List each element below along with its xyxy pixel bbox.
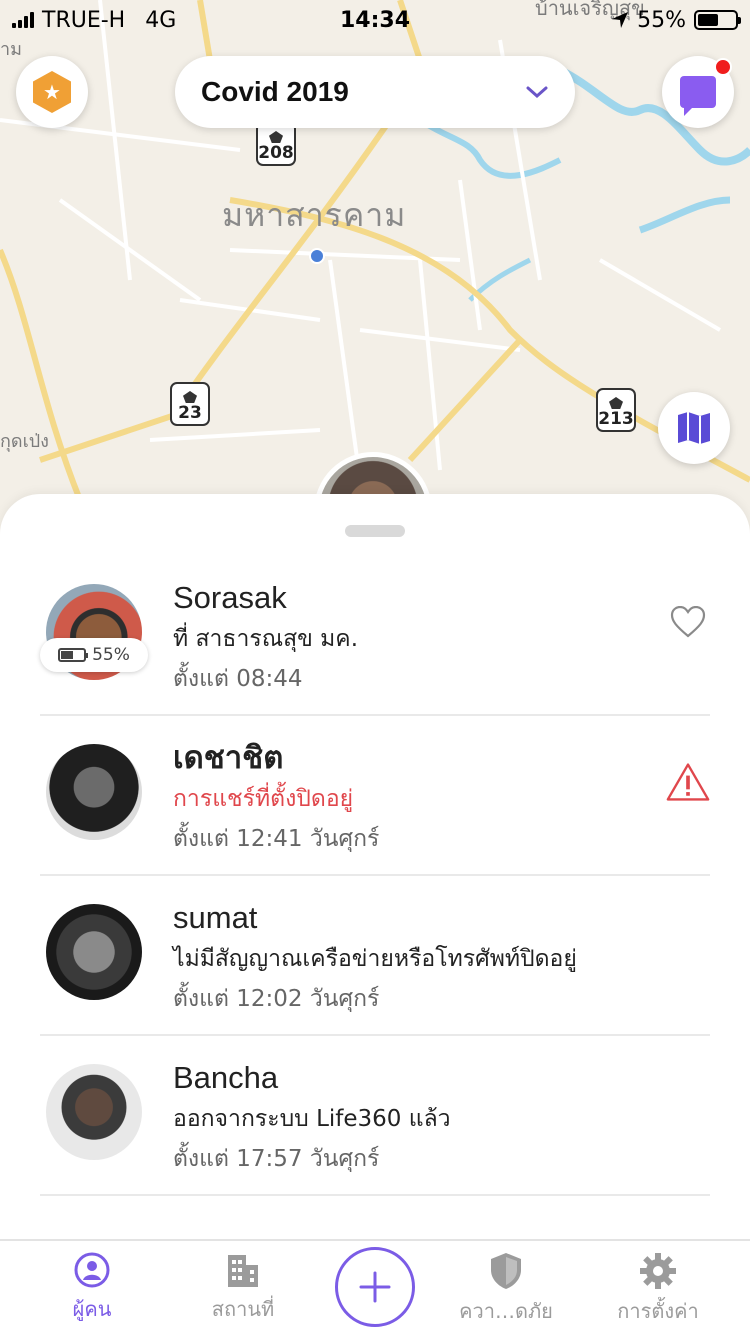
- route-shield-208: 208: [256, 122, 296, 166]
- status-left: TRUE-H 4G: [12, 8, 176, 33]
- map-icon: [678, 412, 710, 444]
- location-arrow-icon: [612, 12, 629, 28]
- map-city-label: มหาสารคาม: [222, 196, 407, 234]
- member-status: การแชร์ที่ตั้งปิดอยู่: [173, 786, 354, 812]
- cellular-signal-icon: [12, 12, 34, 28]
- member-status: ไม่มีสัญญาณเครือข่ายหรือโทรศัพท์ปิดอยู่: [173, 946, 577, 972]
- bus-station-icon[interactable]: [309, 248, 325, 264]
- tab-places[interactable]: สถานที่: [173, 1251, 313, 1325]
- circle-name: Covid 2019: [201, 76, 349, 107]
- member-row[interactable]: 55% Sorasak ที่ สาธารณสุข มค. ตั้งแต่ 08…: [40, 556, 710, 716]
- messages-button[interactable]: [662, 56, 734, 128]
- tab-settings[interactable]: การตั้งค่า: [588, 1251, 728, 1327]
- tab-label: สถานที่: [211, 1297, 275, 1321]
- gear-icon: [640, 1253, 676, 1289]
- member-name: Bancha: [173, 1060, 279, 1095]
- building-icon: [228, 1255, 258, 1287]
- tab-label: ผู้คน: [72, 1297, 112, 1321]
- avatar: [46, 904, 142, 1000]
- shield-icon: [491, 1253, 521, 1289]
- warning-triangle-icon: [666, 763, 710, 801]
- tab-label: ควา…ดภัย: [459, 1299, 553, 1323]
- member-texts: เดชาชิต การแชร์ที่ตั้งปิดอยู่ ตั้งแต่ 12…: [173, 738, 630, 858]
- member-name: Sorasak: [173, 580, 287, 615]
- route-emblem-icon: [183, 391, 197, 403]
- members-sheet[interactable]: 55% Sorasak ที่ สาธารณสุข มค. ตั้งแต่ 08…: [0, 494, 750, 1239]
- map-type-button[interactable]: [658, 392, 730, 464]
- warning-button[interactable]: [666, 760, 710, 804]
- member-texts: Sorasak ที่ สาธารณสุข มค. ตั้งแต่ 08:44: [173, 578, 630, 698]
- plus-icon: [359, 1271, 391, 1303]
- member-texts: sumat ไม่มีสัญญาณเครือข่ายหรือโทรศัพท์ปิ…: [173, 898, 710, 1018]
- route-emblem-icon: [609, 397, 623, 409]
- member-row[interactable]: Bancha ออกจากระบบ Life360 แล้ว ตั้งแต่ 1…: [40, 1036, 710, 1196]
- tab-people[interactable]: ผู้คน: [22, 1251, 162, 1325]
- favorite-button[interactable]: [666, 600, 710, 644]
- member-since: ตั้งแต่ 08:44: [173, 666, 303, 692]
- route-shield-213: 213: [596, 388, 636, 432]
- star-hexagon-icon: ★: [33, 71, 71, 113]
- chevron-down-icon: [526, 86, 548, 99]
- member-name: sumat: [173, 900, 258, 935]
- heart-outline-icon: [670, 606, 706, 638]
- battery-chip: 55%: [40, 638, 148, 672]
- tab-bar: ผู้คน สถานที่ ควา…ดภัย การตั้งค่า: [0, 1239, 750, 1334]
- route-number: 208: [258, 143, 294, 163]
- battery-icon: [58, 648, 89, 662]
- member-since: ตั้งแต่ 12:41 วันศุกร์: [173, 826, 380, 852]
- carrier-name: TRUE-H: [42, 7, 126, 33]
- unread-badge: [714, 58, 732, 76]
- avatar: [46, 1064, 142, 1160]
- member-row[interactable]: sumat ไม่มีสัญญาณเครือข่ายหรือโทรศัพท์ปิ…: [40, 876, 710, 1036]
- member-status: ออกจากระบบ Life360 แล้ว: [173, 1106, 451, 1132]
- battery-percent: 55%: [637, 7, 686, 33]
- member-since: ตั้งแต่ 17:57 วันศุกร์: [173, 1146, 380, 1172]
- battery-chip-label: 55%: [92, 645, 130, 665]
- person-pin-icon: [74, 1252, 110, 1288]
- route-emblem-icon: [269, 131, 283, 143]
- status-bar: TRUE-H 4G 14:34 55%: [0, 0, 750, 40]
- route-number: 213: [598, 409, 634, 429]
- member-row[interactable]: เดชาชิต การแชร์ที่ตั้งปิดอยู่ ตั้งแต่ 12…: [40, 716, 710, 876]
- sheet-grabber[interactable]: [345, 525, 405, 537]
- route-number: 23: [178, 403, 202, 423]
- status-right: 55%: [611, 7, 741, 33]
- network-type: 4G: [145, 7, 177, 33]
- add-button[interactable]: [335, 1247, 415, 1327]
- member-since: ตั้งแต่ 12:02 วันศุกร์: [173, 986, 380, 1012]
- premium-button[interactable]: ★: [16, 56, 88, 128]
- member-status: ที่ สาธารณสุข มค.: [173, 626, 358, 652]
- map-label-left-2: กุดเป่ง: [0, 431, 49, 452]
- tab-safety[interactable]: ควา…ดภัย: [436, 1251, 576, 1327]
- route-shield-23: 23: [170, 382, 210, 426]
- tab-label: การตั้งค่า: [617, 1299, 699, 1323]
- battery-fill: [698, 14, 718, 26]
- circle-selector[interactable]: Covid 2019: [175, 56, 575, 128]
- member-name: เดชาชิต: [173, 740, 284, 775]
- battery-fill: [61, 651, 74, 659]
- member-texts: Bancha ออกจากระบบ Life360 แล้ว ตั้งแต่ 1…: [173, 1058, 630, 1178]
- battery-icon: [694, 10, 741, 30]
- avatar: [46, 744, 142, 840]
- chat-bubble-icon: [680, 76, 716, 116]
